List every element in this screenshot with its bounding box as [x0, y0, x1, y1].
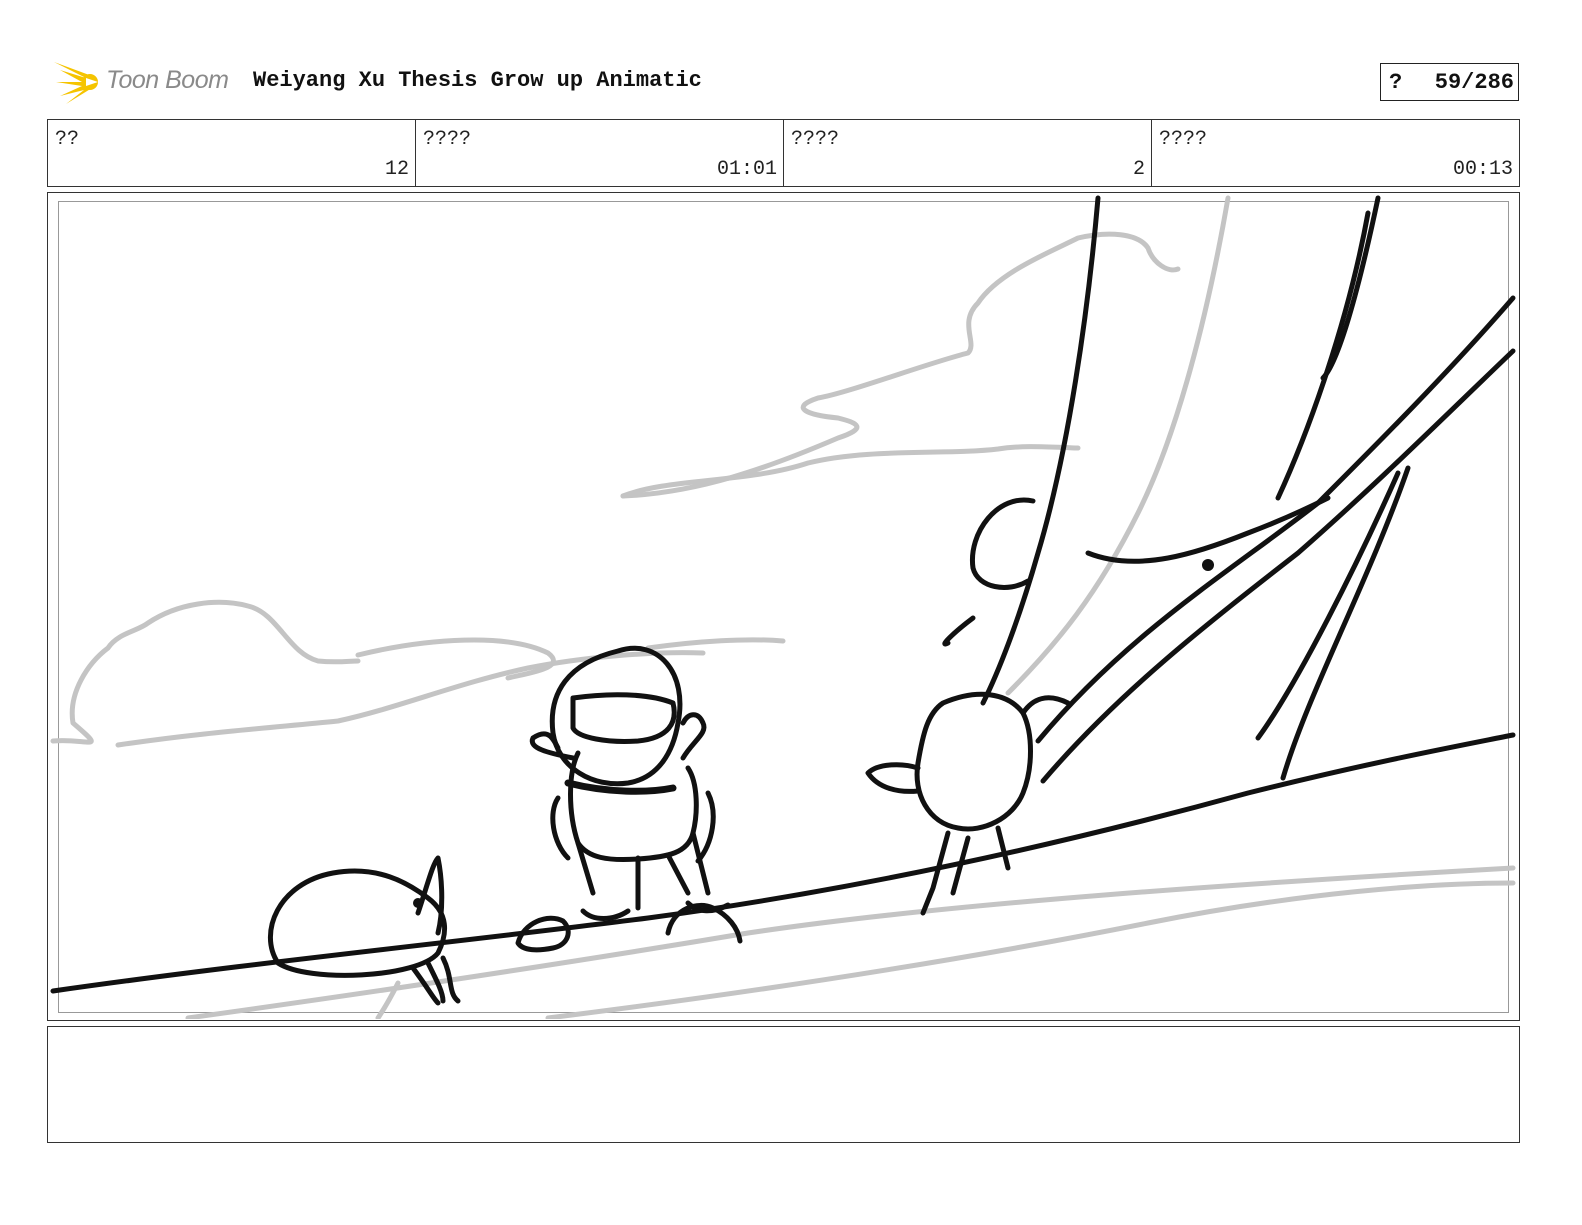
- page-prefix: ?: [1389, 70, 1403, 95]
- toon-boom-burst-icon: [54, 62, 98, 104]
- page-title: Weiyang Xu Thesis Grow up Animatic: [253, 68, 702, 93]
- info-cell-duration: ???? 01:01: [416, 120, 784, 186]
- info-label: ????: [423, 128, 472, 151]
- info-label: ????: [1159, 128, 1208, 151]
- info-cell-panel: ???? 2: [784, 120, 1152, 186]
- storyboard-panel: [47, 192, 1520, 1021]
- info-label: ??: [55, 128, 80, 151]
- info-value: 2: [1132, 158, 1145, 181]
- info-label: ????: [791, 128, 840, 151]
- toon-boom-logo: Toon Boom: [52, 56, 242, 108]
- info-value: 12: [384, 158, 409, 181]
- info-value: 01:01: [716, 158, 777, 181]
- notes-box: [47, 1026, 1520, 1143]
- scene-info-row: ?? 12 ???? 01:01 ???? 2 ???? 00:13: [47, 119, 1520, 187]
- logo-text: Toon Boom: [106, 66, 229, 94]
- info-cell-scene: ?? 12: [48, 120, 416, 186]
- storyboard-sketch-image: [50, 195, 1516, 1019]
- page-number: 59/286: [1434, 70, 1514, 95]
- info-cell-panel-duration: ???? 00:13: [1152, 120, 1519, 186]
- page-counter: ? 59/286: [1380, 63, 1519, 101]
- info-value: 00:13: [1452, 158, 1513, 181]
